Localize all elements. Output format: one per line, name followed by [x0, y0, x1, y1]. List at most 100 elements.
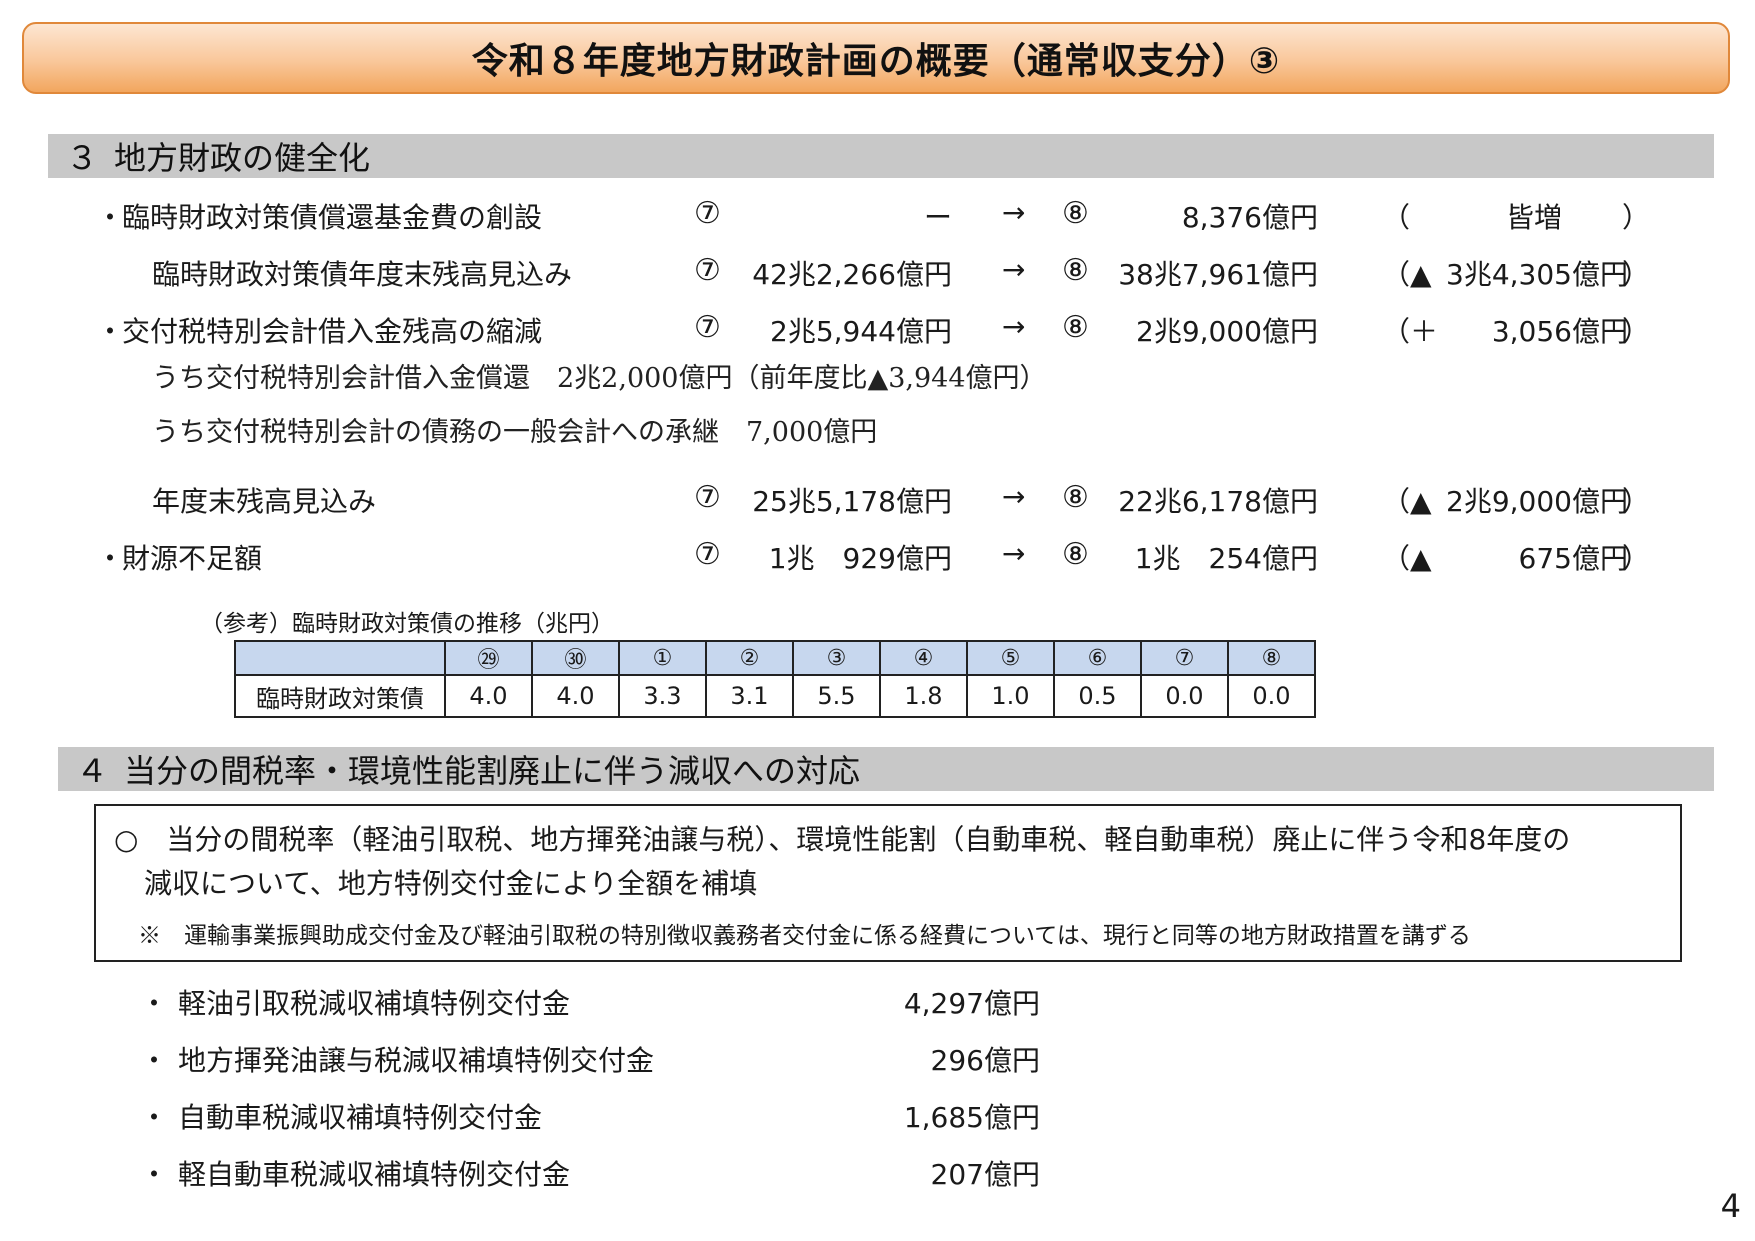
grant-item: ・軽油引取税減収補填特例交付金 4,297億円 — [140, 982, 1040, 1022]
row-label: 財源不足額 — [122, 542, 263, 575]
reference-header-row: ㉙ ㉚ ① ② ③ ④ ⑤ ⑥ ⑦ ⑧ — [234, 640, 1316, 676]
reference-header-cell: ⑥ — [1053, 640, 1142, 676]
reference-header-cell: ⑤ — [966, 640, 1055, 676]
grant-label: 地方揮発油譲与税減収補填特例交付金 — [178, 1044, 655, 1077]
page-title: 令和８年度地方財政計画の概要（通常収支分）③ — [471, 41, 1281, 82]
reference-header-cell: ⑦ — [1140, 640, 1229, 676]
row-label: 年度末残高見込み — [152, 485, 377, 518]
reference-value-cell: 5.5 — [792, 674, 881, 718]
arrow-icon: → — [1002, 480, 1026, 513]
budget-row: ・財源不足額 ⑦ 1兆 929億円 → ⑧ 1兆 254億円 （▲ 675億円） — [0, 537, 1755, 577]
reference-value-cell: 0.0 — [1140, 674, 1229, 718]
value-fy7: 2兆5,944億円 — [770, 315, 952, 348]
arrow-icon: → — [1002, 310, 1026, 343]
grant-amount: 296億円 — [930, 1044, 1040, 1077]
fiscal-year-8-marker: ⑧ — [1062, 253, 1089, 288]
grant-item: ・自動車税減収補填特例交付金 1,685億円 — [140, 1096, 1040, 1136]
grant-bullet: ・ — [140, 1158, 169, 1191]
grant-bullet: ・ — [140, 987, 169, 1020]
budget-row: 年度末残高見込み ⑦ 25兆5,178億円 → ⑧ 22兆6,178億円 （▲ 2兆9,000… — [0, 480, 1755, 520]
reference-value-cell: 3.3 — [618, 674, 707, 718]
title-bar: 令和８年度地方財政計画の概要（通常収支分）③ — [22, 22, 1730, 94]
arrow-icon: → — [1002, 537, 1026, 570]
reference-header-cell: ② — [705, 640, 794, 676]
section-4-header: ４ 当分の間税率・環境性能割廃止に伴う減収への対応 — [58, 747, 1714, 791]
reference-header-cell: ⑧ — [1227, 640, 1316, 676]
box-line-1: ○ 当分の間税率（軽油引取税、地方揮発油譲与税）、環境性能割（自動車税、軽自動車… — [114, 823, 1571, 856]
value-fy7: ー — [923, 201, 952, 234]
reference-value-cell: 0.5 — [1053, 674, 1142, 718]
fiscal-year-7-marker: ⑦ — [694, 196, 721, 231]
grant-label: 軽油引取税減収補填特例交付金 — [178, 987, 571, 1020]
grant-label: 自動車税減収補填特例交付金 — [178, 1101, 543, 1134]
fiscal-year-7-marker: ⑦ — [694, 480, 721, 515]
row-label: 臨時財政対策債償還基金費の創設 — [122, 201, 543, 234]
row-label: 臨時財政対策債年度末残高見込み — [152, 258, 573, 291]
value-fy8: 1兆 254億円 — [1134, 542, 1318, 575]
reference-header-cell: ① — [618, 640, 707, 676]
fiscal-year-8-marker: ⑧ — [1062, 196, 1089, 231]
diff-close: ） — [1622, 201, 1651, 234]
section-4-title: 当分の間税率・環境性能割廃止に伴う減収への対応 — [124, 752, 861, 790]
grant-amount: 207億円 — [930, 1158, 1040, 1191]
value-fy7: 1兆 929億円 — [768, 542, 952, 575]
fiscal-year-7-marker: ⑦ — [694, 310, 721, 345]
page-number: 4 — [1720, 1187, 1741, 1225]
value-fy8: 38兆7,961億円 — [1118, 258, 1318, 291]
section-3-number: ３ — [66, 139, 99, 177]
section-4-number: ４ — [76, 752, 109, 790]
reference-value-cell: 1.0 — [966, 674, 1055, 718]
diff-close: ） — [1622, 315, 1651, 348]
grant-bullet: ・ — [140, 1044, 169, 1077]
row-bullet: ・ — [96, 201, 125, 234]
diff-open: （ — [1382, 201, 1411, 234]
budget-row: 臨時財政対策債年度末残高見込み ⑦ 42兆2,266億円 → ⑧ 38兆7,961億円 （▲… — [0, 253, 1755, 293]
fiscal-year-8-marker: ⑧ — [1062, 537, 1089, 572]
reference-header-cell: ㉙ — [444, 640, 533, 676]
reference-value-row: 臨時財政対策債 4.0 4.0 3.3 3.1 5.5 1.8 1.0 0.5 … — [234, 674, 1316, 718]
fiscal-year-8-marker: ⑧ — [1062, 310, 1089, 345]
reference-value-cell: 4.0 — [531, 674, 620, 718]
reference-header-blank — [234, 640, 446, 676]
diff-open: （▲ — [1382, 258, 1432, 291]
diff-value: 皆増 — [1505, 201, 1562, 234]
fiscal-year-7-marker: ⑦ — [694, 253, 721, 288]
reference-table: ㉙ ㉚ ① ② ③ ④ ⑤ ⑥ ⑦ ⑧ 臨時財政対策債 4.0 4.0 3.3 … — [234, 640, 1316, 718]
diff-close: ） — [1622, 542, 1651, 575]
grant-item: ・軽自動車税減収補填特例交付金 207億円 — [140, 1153, 1040, 1193]
arrow-icon: → — [1002, 196, 1026, 229]
reference-header-cell: ㉚ — [531, 640, 620, 676]
reference-value-cell: 3.1 — [705, 674, 794, 718]
diff-value: 3兆4,305億円 — [1446, 258, 1628, 291]
row-label: 交付税特別会計借入金残高の縮減 — [122, 315, 543, 348]
reference-header-cell: ③ — [792, 640, 881, 676]
reference-value-cell: 0.0 — [1227, 674, 1316, 718]
row-bullet: ・ — [96, 542, 125, 575]
budget-row: ・交付税特別会計借入金残高の縮減 ⑦ 2兆5,944億円 → ⑧ 2兆9,000億円 （＋ 3… — [0, 310, 1755, 350]
diff-close: ） — [1622, 485, 1651, 518]
diff-value: 3,056億円 — [1491, 315, 1628, 348]
fiscal-year-8-marker: ⑧ — [1062, 480, 1089, 515]
reference-value-cell: 1.8 — [879, 674, 968, 718]
value-fy7: 42兆2,266億円 — [752, 258, 952, 291]
row-bullet: ・ — [96, 315, 125, 348]
diff-open: （▲ — [1382, 485, 1432, 518]
sub-line-repayment: うち交付税特別会計借入金償還 2兆2,000億円（前年度比▲3,944億円） — [152, 363, 1047, 394]
diff-value: 2兆9,000億円 — [1446, 485, 1628, 518]
box-line-2: 減収について、地方特例交付金により全額を補填 — [144, 867, 758, 900]
value-fy8: 22兆6,178億円 — [1118, 485, 1318, 518]
grant-amount: 4,297億円 — [903, 987, 1040, 1020]
value-fy8: 8,376億円 — [1181, 201, 1318, 234]
grant-label: 軽自動車税減収補填特例交付金 — [178, 1158, 571, 1191]
fiscal-year-7-marker: ⑦ — [694, 537, 721, 572]
grant-bullet: ・ — [140, 1101, 169, 1134]
reference-value-cell: 4.0 — [444, 674, 533, 718]
diff-open: （▲ — [1382, 542, 1432, 575]
compensation-box: ○ 当分の間税率（軽油引取税、地方揮発油譲与税）、環境性能割（自動車税、軽自動車… — [94, 804, 1682, 962]
sub-line-succession: うち交付税特別会計の債務の一般会計への承継 7,000億円 — [152, 417, 878, 448]
diff-open: （＋ — [1382, 315, 1439, 348]
arrow-icon: → — [1002, 253, 1026, 286]
grant-item: ・地方揮発油譲与税減収補填特例交付金 296億円 — [140, 1039, 1040, 1079]
reference-header-cell: ④ — [879, 640, 968, 676]
reference-row-label: 臨時財政対策債 — [234, 674, 446, 718]
